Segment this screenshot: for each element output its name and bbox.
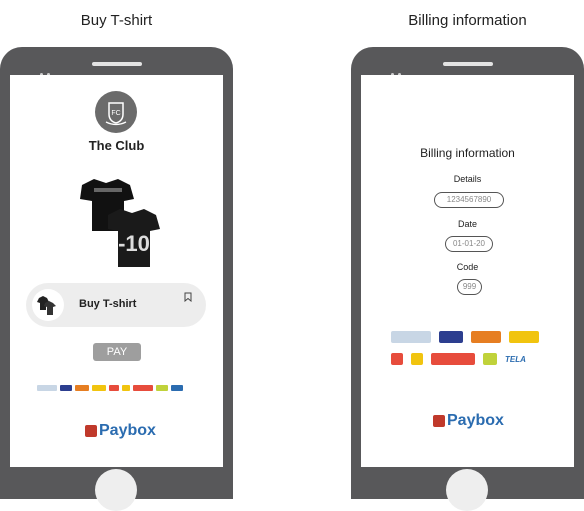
paybox-mark-icon [85, 424, 97, 437]
left-caption: Buy T-shirt [80, 12, 153, 29]
product-row[interactable]: Buy T-shirt [26, 283, 206, 327]
bookmark-icon[interactable] [184, 289, 192, 307]
svg-text:-10: -10 [118, 231, 150, 256]
right-caption: Billing information [408, 12, 527, 29]
club-name: The Club [88, 138, 145, 153]
details-label: Details [453, 174, 482, 184]
tela-logo: TELA [505, 354, 526, 364]
provider-logo [509, 331, 539, 343]
paybox-logo: Paybox [85, 422, 156, 440]
screen-right: Billing information Details 1234567890 D… [361, 75, 574, 467]
billing-title: Billing information [420, 146, 515, 160]
phone-left: FC The Club -10 Buy T-shirt PAY Paybox [0, 47, 233, 511]
club-logo-icon: FC [95, 91, 137, 133]
date-field[interactable]: 01-01-20 [445, 236, 493, 252]
tshirt-thumb-icon [32, 289, 64, 321]
code-field[interactable]: 999 [457, 279, 482, 295]
payment-logos-strip [37, 384, 183, 392]
code-label: Code [456, 262, 479, 272]
home-button[interactable] [446, 469, 488, 511]
provider-logo [391, 353, 403, 365]
provider-logo [411, 353, 423, 365]
visa-logo [439, 331, 463, 343]
camera-dots [40, 63, 54, 76]
svg-text:FC: FC [111, 110, 120, 117]
payment-logos-grid: TELA [391, 331, 551, 375]
product-label: Buy T-shirt [79, 298, 137, 310]
camera-dots [391, 63, 405, 76]
screen-left: FC The Club -10 Buy T-shirt PAY Paybox [10, 75, 223, 467]
pay-button[interactable]: PAY [93, 343, 141, 361]
mastercard-logo [471, 331, 501, 343]
provider-logo [391, 331, 431, 343]
home-button[interactable] [95, 469, 137, 511]
tshirt-image: -10 [72, 175, 162, 275]
date-label: Date [457, 219, 477, 229]
airtel-logo [431, 353, 475, 365]
speaker [92, 62, 142, 66]
phone-right: Billing information Details 1234567890 D… [351, 47, 584, 511]
provider-logo [483, 353, 497, 365]
paybox-logo: Paybox [433, 412, 504, 430]
details-field[interactable]: 1234567890 [434, 192, 504, 208]
paybox-mark-icon [433, 414, 445, 427]
speaker [443, 62, 493, 66]
